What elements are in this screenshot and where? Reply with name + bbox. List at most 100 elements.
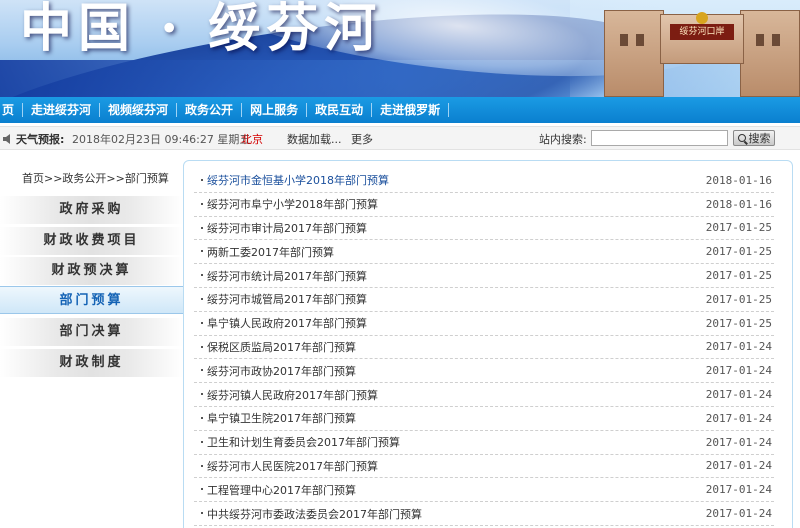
bullet-icon xyxy=(201,179,203,181)
speaker-icon xyxy=(3,134,10,144)
list-item[interactable]: 两新工委2017年部门预算 2017-01-25 xyxy=(194,240,774,265)
nav-item-interaction[interactable]: 政民互动 xyxy=(307,97,371,123)
nav-item-video[interactable]: 视频绥芬河 xyxy=(100,97,176,123)
weather-label: 天气预报: xyxy=(16,133,65,146)
gate-sign: 绥芬河口岸 xyxy=(670,24,734,40)
list-item-date: 2018-01-16 xyxy=(705,173,772,187)
list-item[interactable]: 绥芬河市政协2017年部门预算 2017-01-24 xyxy=(194,359,774,384)
list-item-date: 2017-01-24 xyxy=(705,483,772,497)
current-datetime: 2018年02月23日 09:46:27 星期五 xyxy=(72,133,251,146)
nav-item-russia[interactable]: 走进俄罗斯 xyxy=(372,97,448,123)
list-item-title[interactable]: 绥芬河市阜宁小学2018年部门预算 xyxy=(207,196,378,212)
site-search-input[interactable] xyxy=(591,130,728,146)
document-list-panel: 绥芬河市金恒基小学2018年部门预算 2018-01-16 绥芬河市阜宁小学201… xyxy=(183,160,793,528)
nav-item-about[interactable]: 走进绥芬河 xyxy=(23,97,99,123)
sidebar-item-dept-final-accounts[interactable]: 部门决算 xyxy=(0,318,183,346)
list-item[interactable]: 绥芬河镇人民政府2017年部门预算 2017-01-24 xyxy=(194,383,774,407)
list-item[interactable]: 卫生和计划生育委员会2017年部门预算 2017-01-24 xyxy=(194,431,774,455)
list-item-title[interactable]: 绥芬河市人民医院2017年部门预算 xyxy=(207,458,378,474)
weather-city[interactable]: 北京 xyxy=(241,131,263,147)
list-item-title[interactable]: 绥芬河镇人民政府2017年部门预算 xyxy=(207,387,378,403)
bullet-icon xyxy=(201,321,203,324)
list-item[interactable]: 绥芬河市阜宁小学2018年部门预算 2018-01-16 xyxy=(194,193,774,217)
bullet-icon xyxy=(201,297,203,300)
list-item[interactable]: 绥芬河市人民医院2017年部门预算 2017-01-24 xyxy=(194,455,774,479)
list-item[interactable]: 工程管理中心2017年部门预算 2017-01-24 xyxy=(194,478,774,503)
bullet-icon xyxy=(201,393,203,396)
header-banner: 中国 · 绥芬河 绥芬河口岸 xyxy=(0,0,800,97)
sidebar: 首页>>政务公开>>部门预算 政府采购 财政收费项目 财政预决算 部门预算 部门… xyxy=(0,160,183,528)
sidebar-item-final-budget[interactable]: 财政预决算 xyxy=(0,257,183,285)
document-list: 绥芬河市金恒基小学2018年部门预算 2018-01-16 绥芬河市阜宁小学201… xyxy=(194,169,774,526)
list-item-date: 2017-01-25 xyxy=(705,221,772,235)
list-item-title[interactable]: 绥芬河市政协2017年部门预算 xyxy=(207,363,356,379)
list-item-date: 2017-01-24 xyxy=(705,340,772,354)
bullet-icon xyxy=(201,345,203,348)
list-item-date: 2017-01-24 xyxy=(705,435,772,449)
banner-title: 中国 · 绥芬河 xyxy=(20,0,383,59)
nav-item-home[interactable]: 页 xyxy=(0,97,22,123)
gate-tower-right xyxy=(740,10,800,97)
list-item[interactable]: 中共绥芬河市委政法委员会2017年部门预算 2017-01-24 xyxy=(194,502,774,526)
port-gate-image: 绥芬河口岸 xyxy=(600,4,800,97)
list-item-date: 2017-01-25 xyxy=(705,292,772,306)
nav-divider xyxy=(448,103,450,117)
list-item-date: 2017-01-24 xyxy=(705,507,772,521)
bullet-icon xyxy=(201,488,203,491)
list-item-title[interactable]: 绥芬河市审计局2017年部门预算 xyxy=(207,220,367,236)
search-button-label: 搜索 xyxy=(748,132,771,145)
gate-window xyxy=(772,34,780,46)
nav-item-online-services[interactable]: 网上服务 xyxy=(242,97,306,123)
info-bar: 天气预报: 2018年02月23日 09:46:27 星期五 北京 数据加载..… xyxy=(0,126,800,150)
list-item[interactable]: 绥芬河市统计局2017年部门预算 2017-01-25 xyxy=(194,264,774,288)
sidebar-item-procurement[interactable]: 政府采购 xyxy=(0,196,183,224)
national-emblem-icon xyxy=(696,12,708,24)
list-item-title[interactable]: 工程管理中心2017年部门预算 xyxy=(207,482,356,498)
list-item-title[interactable]: 两新工委2017年部门预算 xyxy=(207,244,334,260)
list-item[interactable]: 保税区质监局2017年部门预算 2017-01-24 xyxy=(194,336,774,360)
bullet-icon xyxy=(201,369,203,372)
list-item-date: 2017-01-24 xyxy=(705,364,772,378)
weather-loading-text: 数据加载... xyxy=(287,133,342,146)
sidebar-item-fee-items[interactable]: 财政收费项目 xyxy=(0,227,183,255)
list-item-date: 2017-01-24 xyxy=(705,388,772,402)
bullet-icon xyxy=(201,202,203,205)
list-item-title[interactable]: 绥芬河市统计局2017年部门预算 xyxy=(207,268,367,284)
gate-tower-left xyxy=(604,10,664,97)
list-item[interactable]: 绥芬河市审计局2017年部门预算 2017-01-25 xyxy=(194,217,774,241)
list-item-title[interactable]: 绥芬河市金恒基小学2018年部门预算 xyxy=(207,172,389,188)
list-item-date: 2017-01-25 xyxy=(705,269,772,283)
bullet-icon xyxy=(201,226,203,229)
breadcrumb: 首页>>政务公开>>部门预算 xyxy=(22,172,169,185)
nav-item-gov-affairs[interactable]: 政务公开 xyxy=(177,97,241,123)
list-item-title[interactable]: 阜宁镇人民政府2017年部门预算 xyxy=(207,315,367,331)
bullet-icon xyxy=(201,440,203,443)
list-item-date: 2017-01-24 xyxy=(705,459,772,473)
list-item-title[interactable]: 保税区质监局2017年部门预算 xyxy=(207,339,356,355)
list-item-title[interactable]: 绥芬河市城管局2017年部门预算 xyxy=(207,291,367,307)
search-icon xyxy=(737,134,746,142)
bullet-icon xyxy=(201,464,203,467)
list-item-date: 2017-01-25 xyxy=(705,245,772,259)
weather-more-link[interactable]: 更多 xyxy=(351,131,373,147)
site-search-label: 站内搜索: xyxy=(539,133,587,146)
list-item-date: 2018-01-16 xyxy=(705,197,772,211)
site-search-button[interactable]: 搜索 xyxy=(733,130,775,146)
list-item-title[interactable]: 阜宁镇卫生院2017年部门预算 xyxy=(207,410,356,426)
list-item-date: 2017-01-25 xyxy=(705,316,772,330)
main-nav: 页 走进绥芬河 视频绥芬河 政务公开 网上服务 政民互动 走进俄罗斯 xyxy=(0,97,800,123)
list-item-title[interactable]: 中共绥芬河市委政法委员会2017年部门预算 xyxy=(207,506,422,522)
list-item[interactable]: 阜宁镇人民政府2017年部门预算 2017-01-25 xyxy=(194,312,774,336)
sidebar-item-finance-rules[interactable]: 财政制度 xyxy=(0,349,183,377)
bullet-icon xyxy=(201,274,203,277)
bullet-icon xyxy=(201,416,203,419)
list-item[interactable]: 绥芬河市城管局2017年部门预算 2017-01-25 xyxy=(194,288,774,312)
list-item-title[interactable]: 卫生和计划生育委员会2017年部门预算 xyxy=(207,434,400,450)
list-item-date: 2017-01-24 xyxy=(705,411,772,425)
list-item[interactable]: 绥芬河市金恒基小学2018年部门预算 2018-01-16 xyxy=(194,169,774,193)
sidebar-item-dept-budget[interactable]: 部门预算 xyxy=(0,286,183,314)
bullet-icon xyxy=(201,512,203,515)
list-item[interactable]: 阜宁镇卫生院2017年部门预算 2017-01-24 xyxy=(194,407,774,431)
gate-window xyxy=(756,34,764,46)
bullet-icon xyxy=(201,250,203,253)
